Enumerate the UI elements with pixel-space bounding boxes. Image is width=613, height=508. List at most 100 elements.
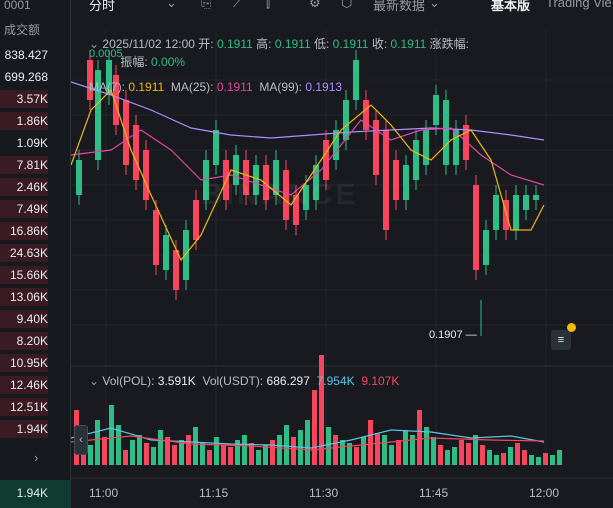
notification-dot: [567, 323, 576, 332]
volume-bar: [529, 455, 534, 465]
order-book-row: 12.46K: [9, 378, 48, 392]
volume-bar: [158, 430, 163, 465]
order-book-row: 12.51K: [9, 400, 48, 414]
volume-bar: [333, 435, 338, 465]
volume-legend: ⌄ Vol(POL): 3.591K Vol(USDT): 686.297 7.…: [89, 374, 399, 388]
volume-bar: [417, 410, 422, 465]
candle-body: [533, 195, 539, 200]
order-book-row: 1.94K: [16, 422, 48, 436]
volume-bar: [277, 435, 282, 465]
candle-body: [523, 195, 529, 210]
volume-bar: [389, 445, 394, 465]
volume-bar: [186, 435, 191, 465]
volume-bar: [438, 445, 443, 465]
order-book-row: 15.66K: [9, 268, 48, 282]
volume-bar: [270, 440, 275, 465]
volume-bar: [305, 420, 310, 465]
candle-body: [353, 60, 359, 100]
order-book-row: 16.86K: [9, 224, 48, 238]
order-book-top-value: 0001: [4, 0, 31, 12]
low-label: 低:: [313, 37, 330, 51]
volume-bar: [221, 445, 226, 465]
volume-bar: [263, 445, 268, 465]
vol-pol-label: Vol(POL):: [102, 374, 155, 388]
candle-body: [173, 250, 179, 290]
candle-body: [473, 185, 479, 270]
volume-bar: [543, 453, 548, 465]
min-price-value: 0.1907: [429, 329, 463, 341]
open-value: 0.1911: [216, 37, 253, 51]
binance-watermark: BINANCE: [201, 178, 359, 211]
volume-bar: [522, 450, 527, 465]
candle-body: [493, 195, 499, 230]
volume-bar: [459, 440, 464, 465]
order-book-row: 9.40K: [16, 312, 48, 326]
candle-body: [153, 210, 159, 265]
kline-chart-pane[interactable]: 分时 ⌄ ⎘ ⟋ ⫿ ⚙ ⬡ 最新数据 ⌄ 基本版 Trading Vie BI…: [70, 0, 613, 508]
order-book-row: 1.09K: [16, 136, 48, 150]
ma7-label: MA(7):: [89, 80, 125, 94]
volume-bar: [375, 433, 380, 465]
open-label: 开:: [198, 37, 214, 51]
volume-bar: [508, 447, 513, 465]
ma7-value: 0.1911: [128, 80, 165, 94]
x-tick-label: 11:15: [199, 486, 229, 500]
vol-ma1-value: 7.954K: [316, 374, 355, 388]
volume-bar: [172, 445, 177, 465]
note-icon[interactable]: ≡: [551, 330, 571, 350]
order-book-header: 成交额: [4, 23, 41, 37]
volume-bar: [361, 437, 366, 465]
candle-body: [213, 130, 219, 165]
ma99-label: MA(99):: [259, 80, 303, 94]
volume-bar: [137, 435, 142, 465]
volume-bar: [200, 443, 205, 465]
volume-bar: [431, 437, 436, 465]
ma99-value: 0.1913: [305, 80, 343, 94]
volume-bar: [242, 435, 247, 465]
order-book-row: 24.63K: [9, 246, 48, 260]
order-book-row: 8.20K: [16, 334, 48, 348]
ohlc-legend: ⌄ 2025/11/02 12:00 开: 0.1911 高: 0.1911 低…: [89, 35, 469, 52]
ohlc-legend-line2: 0.0005 振幅: 0.00%: [89, 48, 185, 70]
volume-bar: [487, 450, 492, 465]
amplitude-label: 振幅:: [120, 55, 148, 69]
change-label: 涨跌幅:: [429, 37, 469, 51]
vol-usdt-value: 686.297: [266, 374, 310, 388]
volume-bar: [123, 450, 128, 465]
ma-legend: MA(7): 0.1911 MA(25): 0.1911 MA(99): 0.1…: [89, 80, 342, 94]
volume-bar: [396, 440, 401, 465]
x-tick-label: 11:00: [89, 486, 119, 500]
close-value: 0.1911: [390, 37, 427, 51]
candle-body: [483, 230, 489, 265]
volume-bar: [515, 443, 520, 465]
volume-bar: [193, 427, 198, 465]
candle-body: [413, 140, 419, 180]
volume-bar: [291, 437, 296, 465]
volume-bar: [550, 455, 555, 465]
volume-bar: [403, 430, 408, 465]
order-book-row: 2.46K: [16, 180, 48, 194]
volume-bar: [312, 390, 317, 465]
vol-pol-value: 3.591K: [157, 374, 196, 388]
candle-body: [76, 160, 82, 195]
candle-body: [193, 200, 199, 240]
chevron-right-icon[interactable]: ›: [34, 450, 38, 465]
candle-body: [383, 130, 389, 230]
volume-bar: [151, 447, 156, 465]
candle-body: [163, 235, 169, 270]
volume-bar: [501, 453, 506, 465]
candle-body: [363, 100, 369, 130]
collapse-chevron-icon[interactable]: ⌄: [89, 374, 99, 388]
volume-bar: [284, 425, 289, 465]
volume-bar: [382, 435, 387, 465]
min-price-label: 0.1907 —: [429, 329, 477, 341]
volume-bar: [445, 450, 450, 465]
volume-bar: [102, 437, 107, 465]
candle-body: [443, 100, 449, 165]
ma25-value: 0.1911: [216, 80, 253, 94]
volume-panel-toggle[interactable]: ‹: [74, 425, 88, 455]
volume-bar: [480, 445, 485, 465]
vol-ma2-value: 9.107K: [361, 374, 400, 388]
volume-bar: [95, 420, 100, 465]
volume-bar: [557, 450, 562, 465]
